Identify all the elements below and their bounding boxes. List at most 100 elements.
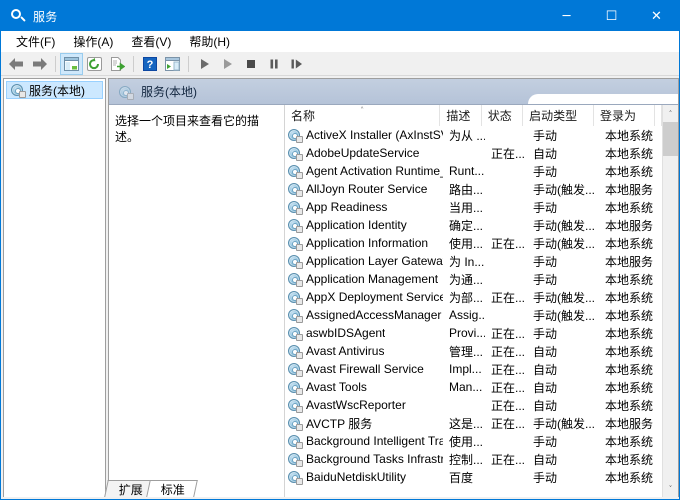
cell-service-name: Avast Tools	[285, 378, 443, 396]
window-body: 服务(本地) 服务(本地) 选择一个项目来查看它的描述。 名称 ˄ 描述 状态 …	[1, 77, 679, 499]
tab-standard[interactable]: 标准	[146, 480, 198, 497]
cell-startup-type: 手动	[533, 254, 558, 269]
cell-service-name: Application Layer Gateway ...	[285, 252, 443, 270]
service-name-text: App Readiness	[306, 200, 388, 214]
scroll-up-arrow-icon[interactable]: ˄	[662, 105, 678, 122]
maximize-button[interactable]: ☐	[589, 1, 634, 31]
question-mark-icon: ?	[142, 56, 157, 71]
cell-status: 正在...	[491, 362, 526, 377]
cell-description: 管理...	[449, 344, 484, 359]
window-controls: ─ ☐ ✕	[544, 1, 679, 31]
column-header-status[interactable]: 状态	[481, 105, 524, 126]
cell-service-name: Background Tasks Infrastru...	[285, 450, 443, 468]
cell-description: Impl...	[449, 362, 482, 376]
forward-arrow-icon	[33, 57, 47, 70]
table-row[interactable]: Background Intelligent Tra... 使用... 手动 本地系统	[285, 432, 662, 450]
table-row[interactable]: Avast Firewall Service Impl... 正在... 自动 本地系统	[285, 360, 662, 378]
column-header-name[interactable]: 名称 ˄	[285, 105, 441, 126]
services-icon	[288, 308, 303, 323]
resume-icon	[291, 59, 302, 68]
services-list: 名称 ˄ 描述 状态 启动类型 登录为 ActiveX Installer (A…	[285, 105, 662, 497]
table-row[interactable]: AllJoyn Router Service 路由... 手动(触发... 本地服务	[285, 180, 662, 198]
results-pane-body: 选择一个项目来查看它的描述。 名称 ˄ 描述 状态 启动类型 登录为 Activ…	[109, 105, 678, 497]
close-button[interactable]: ✕	[634, 1, 679, 31]
services-icon	[288, 470, 303, 485]
menu-file[interactable]: 文件(F)	[7, 31, 64, 52]
table-row[interactable]: Application Identity 确定... 手动(触发... 本地服务	[285, 216, 662, 234]
service-name-text: Application Identity	[306, 218, 407, 232]
column-header-log-on-as[interactable]: 登录为	[593, 105, 656, 126]
cell-startup-type: 自动	[533, 398, 558, 413]
table-row[interactable]: Agent Activation Runtime_... Runt... 手动 本地系…	[285, 162, 662, 180]
table-row[interactable]: Application Layer Gateway ... 为 In... 手动 本地…	[285, 252, 662, 270]
cell-startup-type: 自动	[533, 380, 558, 395]
show-action-pane-button[interactable]	[161, 53, 184, 75]
cell-status	[485, 198, 527, 216]
table-row[interactable]: AppX Deployment Service ... 为部... 正在... 手动(…	[285, 288, 662, 306]
cell-status	[485, 306, 527, 324]
table-row[interactable]: AVCTP 服务 这是... 正在... 手动(触发... 本地服务	[285, 414, 662, 432]
table-row[interactable]: AssignedAccessManager ... Assig... 手动(触发..…	[285, 306, 662, 324]
table-row[interactable]: Avast Tools Man... 正在... 自动 本地系统	[285, 378, 662, 396]
menu-action[interactable]: 操作(A)	[64, 31, 122, 52]
forward-button[interactable]	[28, 53, 51, 75]
cell-log-on-as: 本地服务	[605, 218, 654, 233]
service-name-text: Agent Activation Runtime_...	[306, 164, 443, 178]
stop-service-button[interactable]	[239, 53, 262, 75]
table-row[interactable]: Background Tasks Infrastru... 控制... 正在... 自…	[285, 450, 662, 468]
services-icon	[288, 128, 303, 143]
cell-status: 正在...	[491, 236, 526, 251]
pause-service-button[interactable]	[262, 53, 285, 75]
table-row[interactable]: Application Management 为通... 手动 本地系统	[285, 270, 662, 288]
cell-status	[485, 252, 527, 270]
table-row[interactable]: BaiduNetdiskUtility 百度 手动 本地系统	[285, 468, 662, 486]
cell-description: 为部...	[449, 290, 484, 305]
scrollbar-thumb[interactable]	[662, 122, 678, 156]
back-button[interactable]	[5, 53, 28, 75]
action-pane-icon	[165, 56, 180, 71]
scroll-down-arrow-icon[interactable]: ˅	[662, 480, 678, 497]
results-pane-header: 服务(本地)	[109, 79, 678, 105]
cell-service-name: AvastWscReporter	[285, 396, 443, 414]
column-header-startup-type[interactable]: 启动类型	[523, 105, 594, 126]
services-icon	[288, 380, 303, 395]
service-name-text: AvastWscReporter	[306, 398, 406, 412]
tree-item-services-local[interactable]: 服务(本地)	[6, 81, 103, 99]
table-row[interactable]: aswbIDSAgent Provi... 正在... 手动 本地系统	[285, 324, 662, 342]
services-icon	[288, 200, 303, 215]
show-hide-console-tree-button[interactable]	[60, 52, 83, 75]
services-icon	[288, 164, 303, 179]
menu-help[interactable]: 帮助(H)	[180, 31, 239, 52]
column-header-description[interactable]: 描述	[440, 105, 482, 126]
cell-service-name: AssignedAccessManager ...	[285, 306, 443, 324]
table-row[interactable]: Application Information 使用... 正在... 手动(触发..…	[285, 234, 662, 252]
export-list-button[interactable]	[106, 53, 129, 75]
restart-service-button[interactable]	[216, 53, 239, 75]
menu-view[interactable]: 查看(V)	[122, 31, 180, 52]
cell-status	[485, 162, 527, 180]
minimize-button[interactable]: ─	[544, 1, 589, 31]
table-row[interactable]: Avast Antivirus 管理... 正在... 自动 本地系统	[285, 342, 662, 360]
refresh-button[interactable]	[83, 53, 106, 75]
cell-log-on-as: 本地系统	[605, 146, 654, 161]
cell-service-name: Agent Activation Runtime_...	[285, 162, 443, 180]
table-row[interactable]: App Readiness 当用... 手动 本地系统	[285, 198, 662, 216]
cell-status	[485, 180, 527, 198]
sort-ascending-icon: ˄	[360, 106, 365, 115]
cell-startup-type: 手动	[533, 200, 558, 215]
console-tree-pane: 服务(本地)	[3, 78, 106, 498]
table-row[interactable]: AvastWscReporter 正在... 自动 本地系统	[285, 396, 662, 414]
svg-text:?: ?	[146, 59, 153, 71]
table-row[interactable]: ActiveX Installer (AxInstSV) 为从 ... 手动 本地系统	[285, 126, 662, 144]
start-service-button[interactable]	[193, 53, 216, 75]
description-placeholder-text: 选择一个项目来查看它的描述。	[115, 114, 260, 144]
cell-startup-type: 手动	[533, 470, 558, 485]
cell-description: 使用...	[449, 434, 484, 449]
cell-log-on-as: 本地系统	[605, 308, 654, 323]
help-button[interactable]: ?	[138, 53, 161, 75]
table-row[interactable]: AdobeUpdateService 正在... 自动 本地系统	[285, 144, 662, 162]
services-list-scrollbar[interactable]: ˄ ˅	[662, 105, 678, 497]
scrollbar-track[interactable]	[662, 122, 678, 480]
cell-log-on-as: 本地服务	[605, 254, 654, 269]
resume-service-button[interactable]	[285, 53, 308, 75]
